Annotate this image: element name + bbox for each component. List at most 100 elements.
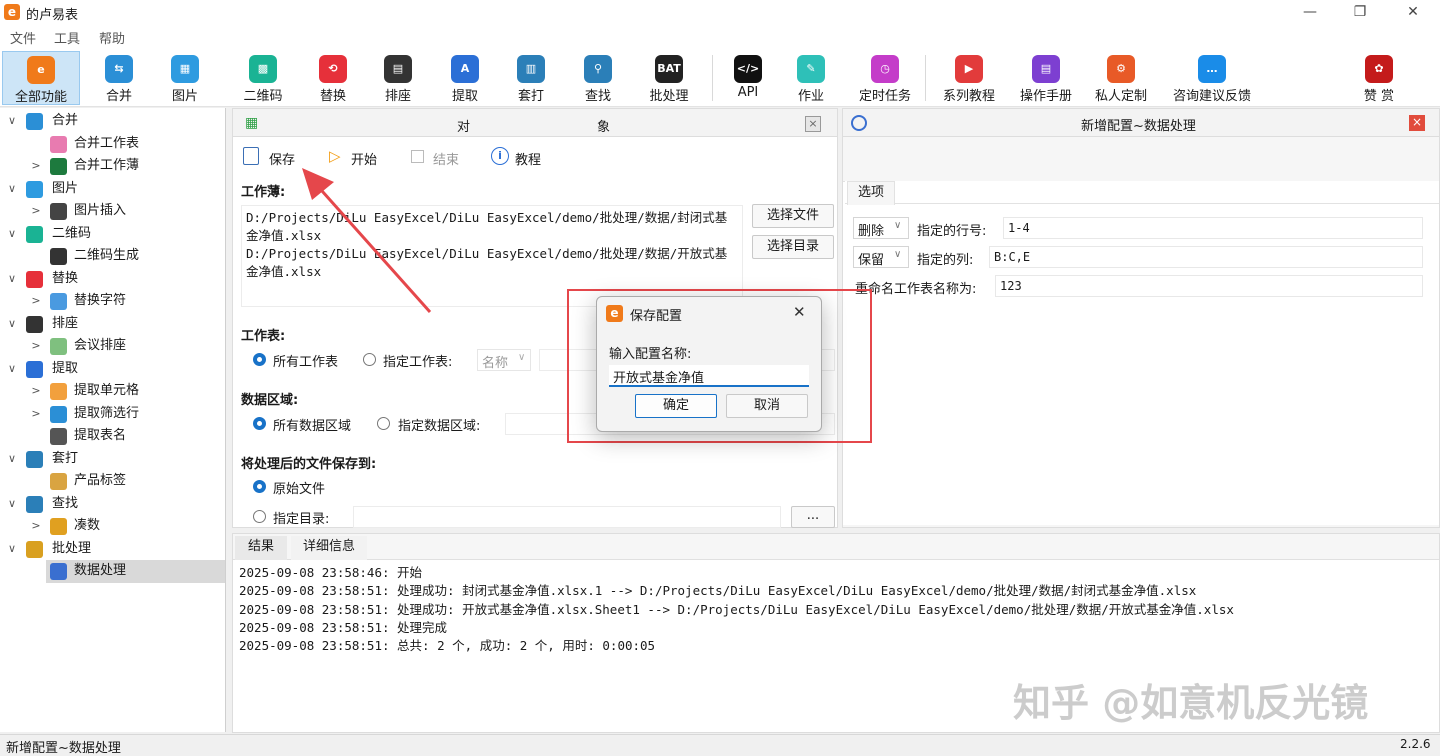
toolbar-custom-button[interactable]: ⚙ 私人定制 [1088,51,1154,105]
tree-item[interactable]: 合并工作表 [0,133,225,156]
chevron-right-icon[interactable]: > [30,200,42,223]
maximize-button[interactable]: ❐ [1335,0,1385,25]
specified-sheet-radio[interactable] [363,353,376,366]
rename-input[interactable]: 123 [995,275,1423,297]
tree-item[interactable]: 产品标签 [0,470,225,493]
chevron-down-icon[interactable]: ∨ [6,538,18,561]
browse-button[interactable]: ... [791,506,835,528]
rename-label: 重命名工作表名称为: [855,282,977,297]
chevron-down-icon[interactable]: ∨ [6,110,18,133]
config-close-button[interactable]: × [1409,115,1425,131]
toolbar-feedback-button[interactable]: … 咨询建议反馈 [1168,51,1256,105]
toolbar-label: 私人定制 [1094,89,1147,104]
toolbar-image-button[interactable]: ▦ 图片 [152,51,218,105]
tree-item[interactable]: ∨ 图片 [0,178,225,201]
toolbar-seating-button[interactable]: ▤ 排座 [365,51,431,105]
tab-details[interactable]: 详细信息 [291,536,367,560]
chevron-down-icon[interactable]: ∨ [6,313,18,336]
toolbar-qrcode-button[interactable]: ▩ 二维码 [230,51,296,105]
menu-file[interactable]: 文件 [10,28,36,47]
process-icon [851,115,867,131]
chevron-right-icon[interactable]: > [30,380,42,403]
tree-item[interactable]: > 合并工作薄 [0,155,225,178]
toolbar-schedule-button[interactable]: ◷ 定时任务 [852,51,918,105]
dialog-close-button[interactable]: ✕ [793,303,806,321]
menu-tools[interactable]: 工具 [54,28,80,47]
toolbar-extract-button[interactable]: A 提取 [432,51,498,105]
tree-item[interactable]: ∨ 查找 [0,493,225,516]
toolbar-donate-button[interactable]: ✿ 赞 赏 [1346,51,1412,105]
ok-button[interactable]: 确定 [635,394,717,418]
toolbar-print-button[interactable]: ▥ 套打 [498,51,564,105]
chevron-right-icon[interactable]: > [30,335,42,358]
columns-input[interactable]: B:C,E [989,246,1423,268]
toolbar-api-button[interactable]: </> API [715,51,781,105]
tree-item[interactable]: ∨ 套打 [0,448,225,471]
config-name-input[interactable]: 开放式基金净值 [609,365,809,387]
specified-dir-radio[interactable] [253,510,266,523]
tree-item[interactable]: > 提取单元格 [0,380,225,403]
panel-close-button[interactable]: × [805,116,821,132]
tree-item[interactable]: > 凑数 [0,515,225,538]
all-sheets-radio[interactable] [253,353,266,366]
all-ranges-radio[interactable] [253,417,266,430]
tree-item[interactable]: ∨ 替换 [0,268,225,291]
minimize-button[interactable]: — [1285,0,1335,25]
column-mode-select[interactable]: 保留 ∨ [853,246,909,268]
row-mode-select[interactable]: 删除 ∨ [853,217,909,239]
toolbar-replace-button[interactable]: ⟲ 替换 [300,51,366,105]
cancel-button[interactable]: 取消 [726,394,808,418]
chevron-right-icon[interactable]: > [30,515,42,538]
specified-range-radio[interactable] [377,417,390,430]
tree-item[interactable]: > 替换字符 [0,290,225,313]
tree-node-icon [26,270,43,288]
tree-item[interactable]: 数据处理 [46,560,225,583]
rows-label: 指定的行号: [917,224,987,239]
toolbar-separator [712,55,713,101]
select-file-button[interactable]: 选择文件 [752,204,834,228]
toolbar-tutorials-button[interactable]: ▶ 系列教程 [936,51,1002,105]
tree-label: 数据处理 [74,563,127,578]
chevron-right-icon[interactable]: > [30,155,42,178]
toolbar-label: 替换 [319,89,346,104]
tutorial-button[interactable]: i 教程 [491,147,551,168]
menu-help[interactable]: 帮助 [99,28,125,47]
tab-results[interactable]: 结果 [235,536,287,560]
tree-item[interactable]: > 图片插入 [0,200,225,223]
tree-item[interactable]: ∨ 提取 [0,358,225,381]
tree-item[interactable]: 二维码生成 [0,245,225,268]
tree-item[interactable]: ∨ 二维码 [0,223,225,246]
select-dir-button[interactable]: 选择目录 [752,235,834,259]
sheet-mode-select[interactable]: 名称 ∨ [477,349,531,371]
toolbar-find-button[interactable]: ⚲ 查找 [565,51,631,105]
tree-item[interactable]: > 会议排座 [0,335,225,358]
original-file-radio[interactable] [253,480,266,493]
column-mode-value: 保留 [858,253,885,268]
tree-node-icon [26,495,43,513]
tree-item[interactable]: ∨ 合并 [0,110,225,133]
tree-item[interactable]: > 提取筛选行 [0,403,225,426]
toolbar-merge-button[interactable]: ⇆ 合并 [86,51,152,105]
rows-input[interactable]: 1-4 [1003,217,1423,239]
chevron-down-icon[interactable]: ∨ [6,448,18,471]
tree-item[interactable]: ∨ 排座 [0,313,225,336]
chevron-down-icon[interactable]: ∨ [6,223,18,246]
chevron-down-icon[interactable]: ∨ [6,493,18,516]
close-window-button[interactable]: ✕ [1388,0,1438,25]
toolbar-manual-button[interactable]: ▤ 操作手册 [1013,51,1079,105]
tree-item[interactable]: 提取表名 [0,425,225,448]
save-config-dialog: e 保存配置 ✕ 输入配置名称: 开放式基金净值 确定 取消 [596,296,822,432]
tree-item[interactable]: ∨ 批处理 [0,538,225,561]
chevron-right-icon[interactable]: > [30,290,42,313]
output-dir-input[interactable] [353,506,781,528]
toolbar-batch-button[interactable]: BAT 批处理 [636,51,702,105]
window-title: 的卢易表 [26,8,79,23]
chevron-down-icon[interactable]: ∨ [6,358,18,381]
toolbar-all-functions-button[interactable]: e 全部功能 [2,51,80,105]
chevron-right-icon[interactable]: > [30,403,42,426]
tutorial-label: 教程 [515,153,542,168]
tab-options[interactable]: 选项 [847,181,895,205]
chevron-down-icon[interactable]: ∨ [6,178,18,201]
toolbar-job-button[interactable]: ✎ 作业 [778,51,844,105]
chevron-down-icon[interactable]: ∨ [6,268,18,291]
